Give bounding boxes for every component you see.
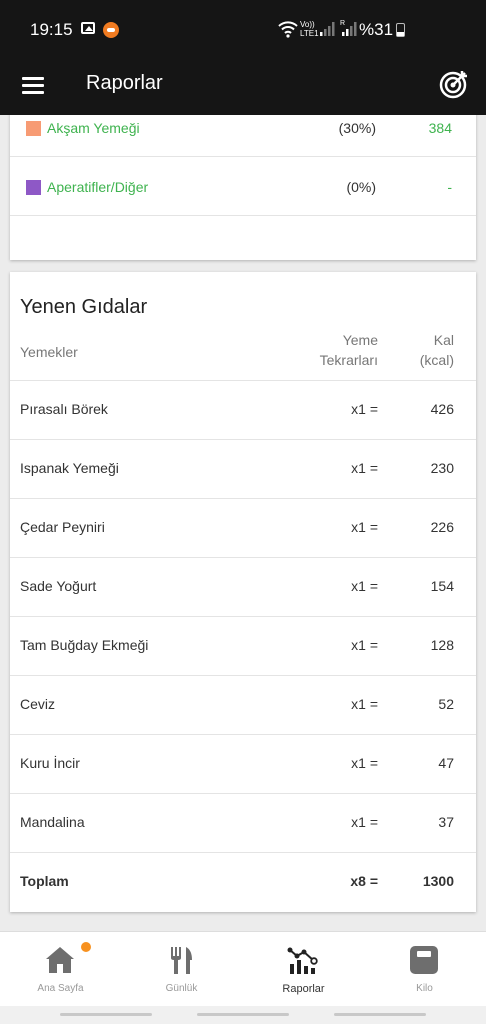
lte-label: LTE1 [300,29,319,38]
status-bar: 19:15 Vo)) LTE1 R %31 [0,0,486,58]
food-repeat: x1 = [351,519,378,535]
column-header-kcal: Kal (kcal) [404,330,454,370]
volte-label: Vo)) [300,20,315,29]
signal-icon [320,22,335,36]
meal-kcal: 384 [428,120,452,136]
meal-percent: (0%) [346,179,376,195]
food-name: Çedar Peyniri [20,519,105,535]
gesture-handle [60,1013,152,1016]
nav-reports[interactable]: Raporlar [243,932,364,1007]
column-header-foods: Yemekler [20,344,78,360]
lte-indicator: Vo)) LTE1 [300,20,319,38]
food-kcal: 154 [430,578,454,594]
eaten-foods-card: Yenen Gıdalar Yemekler Yeme Tekrarları K… [10,272,476,912]
app-bar: Raporlar [0,58,486,115]
meal-row: Akşam Yemeği (30%) 384 [10,115,476,157]
gallery-notification-icon [81,22,95,34]
app-notification-icon [103,22,119,38]
food-repeat: x1 = [351,578,378,594]
meal-percent: (30%) [338,120,376,136]
food-name: Ispanak Yemeği [20,460,119,476]
gesture-handle [334,1013,426,1016]
total-row: Toplam x8 = 1300 [10,853,476,912]
food-repeat: x1 = [351,460,378,476]
report-content[interactable]: Akşam Yemeği (30%) 384 Aperatifler/Diğer… [0,115,486,931]
food-kcal: 37 [438,814,454,830]
meal-row: Aperatifler/Diğer (0%) - [10,158,476,216]
food-repeat: x1 = [351,755,378,771]
food-kcal: 52 [438,696,454,712]
table-row: Sade Yoğurt x1 = 154 [10,558,476,617]
food-kcal: 426 [430,401,454,417]
food-repeat: x1 = [351,401,378,417]
food-name: Kuru İncir [20,755,80,771]
food-repeat: x1 = [351,696,378,712]
meal-distribution-card: Akşam Yemeği (30%) 384 Aperatifler/Diğer… [10,115,476,260]
gesture-handle [197,1013,289,1016]
nav-label: Kilo [416,983,433,994]
column-header-kcal-line1: Kal [433,332,454,348]
bottom-nav: Ana Sayfa Günlük Raporlar Kilo [0,931,486,1006]
page-title: Raporlar [86,72,163,94]
meal-label: Aperatifler/Diğer [47,179,149,195]
meal-label: Akşam Yemeği [47,120,140,136]
meal-color-swatch [26,121,41,136]
scale-icon [410,946,438,974]
card-title: Yenen Gıdalar [20,296,148,318]
food-name: Ceviz [20,696,56,712]
food-kcal: 47 [438,755,454,771]
column-header-kcal-line2: (kcal) [419,352,454,368]
home-icon [46,947,74,973]
status-time: 19:15 [30,20,73,39]
table-row: Ceviz x1 = 52 [10,676,476,735]
target-icon[interactable] [438,68,470,100]
food-repeat: x1 = [351,637,378,653]
nav-label: Raporlar [282,983,325,995]
meal-kcal: - [447,179,452,195]
food-repeat: x1 = [351,814,378,830]
food-name: Mandalina [20,814,85,830]
table-row: Tam Buğday Ekmeği x1 = 128 [10,617,476,676]
meal-color-swatch [26,180,41,195]
column-header-repeats: Yeme Tekrarları [300,330,378,370]
food-name: Tam Buğday Ekmeği [20,637,149,653]
table-row: Çedar Peyniri x1 = 226 [10,499,476,558]
food-kcal: 226 [430,519,454,535]
food-kcal: 128 [430,637,454,653]
signal-icon-2 [342,22,357,36]
nav-label: Ana Sayfa [37,983,84,994]
wifi-icon [278,21,298,38]
fork-knife-icon [171,947,192,974]
table-row: Ispanak Yemeği x1 = 230 [10,440,476,499]
chart-icon [287,947,318,974]
nav-home[interactable]: Ana Sayfa [0,932,121,1007]
battery-icon [396,23,405,37]
column-header-repeats-line1: Yeme [342,332,378,348]
battery-percent: %31 [359,20,394,39]
total-repeat: x8 = [350,873,378,889]
nav-weight[interactable]: Kilo [364,932,485,1007]
gesture-bar [0,1006,486,1024]
notification-badge [81,942,91,952]
food-kcal: 230 [430,460,454,476]
column-header-repeats-line2: Tekrarları [319,352,378,368]
total-kcal: 1300 [422,873,454,889]
table-row: Pırasalı Börek x1 = 426 [10,381,476,440]
hamburger-menu-icon[interactable] [22,74,46,98]
table-row: Kuru İncir x1 = 47 [10,735,476,794]
nav-diary[interactable]: Günlük [121,932,242,1007]
food-name: Pırasalı Börek [20,401,108,417]
total-label: Toplam [20,873,69,889]
foods-table: Pırasalı Börek x1 = 426 Ispanak Yemeği x… [10,380,476,912]
table-row: Mandalina x1 = 37 [10,794,476,853]
food-name: Sade Yoğurt [20,578,97,594]
nav-label: Günlük [165,983,198,994]
